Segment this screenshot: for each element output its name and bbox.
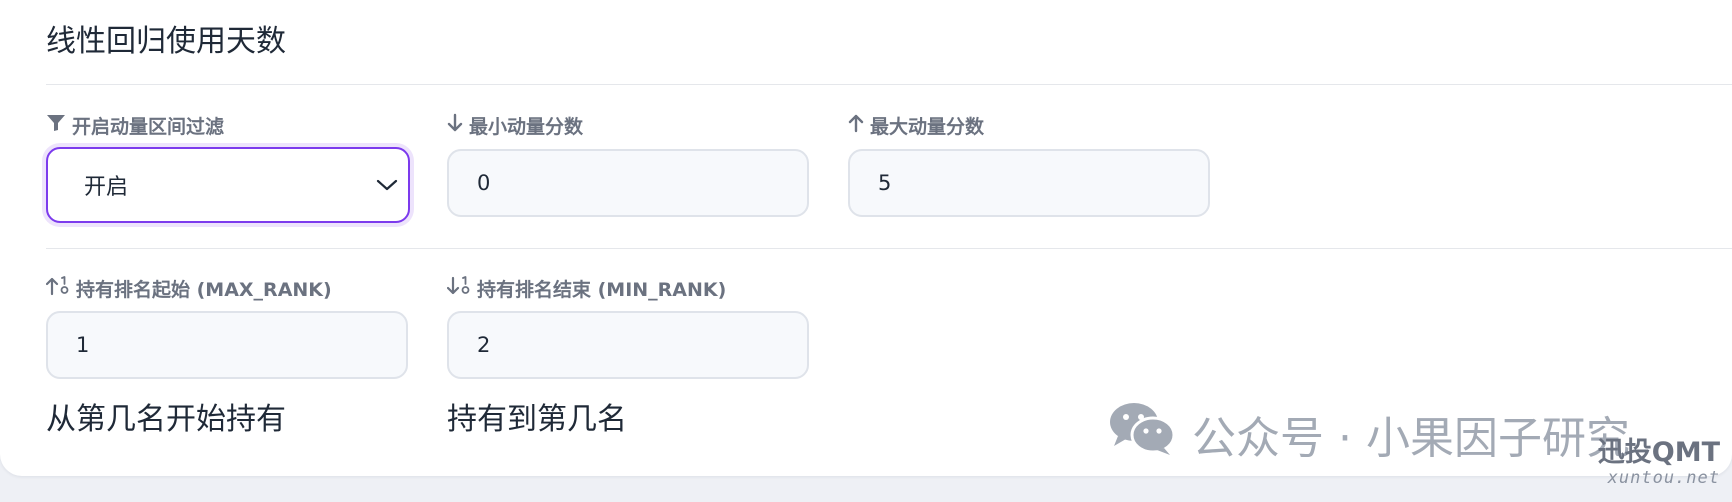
momentum-filter-select[interactable]: 开启 — [46, 147, 410, 223]
brand-title: 迅投QMT — [1597, 437, 1720, 468]
max-momentum-label-text: 最大动量分数 — [870, 116, 985, 138]
divider — [46, 84, 1732, 85]
min-momentum-value: 0 — [477, 171, 491, 195]
min-momentum-label: 最小动量分数 — [447, 112, 583, 139]
momentum-filter-selected-value: 开启 — [84, 175, 129, 200]
rank-end-input[interactable]: 2 — [447, 311, 809, 379]
brand-logo: 迅投QMT xuntou.net — [1597, 437, 1720, 489]
arrow-down-icon — [447, 113, 463, 138]
rank-end-label-text: 持有排名结束 (MIN_RANK) — [477, 279, 727, 301]
rank-start-input[interactable]: 1 — [46, 311, 408, 379]
min-momentum-input[interactable]: 0 — [447, 149, 809, 217]
brand-subtitle: xuntou.net — [1607, 468, 1720, 488]
page: 线性回归使用天数 开启动量区间过滤 最小动量分数 最大动量分数 开启 0 5 持… — [0, 0, 1732, 502]
arrow-up-icon — [848, 113, 864, 138]
sort-numeric-up-icon — [45, 276, 70, 301]
wechat-watermark: 公众号 · 小果因子研究 — [1108, 400, 1630, 467]
rank-end-label: 持有排名结束 (MIN_RANK) — [446, 275, 727, 302]
max-momentum-input[interactable]: 5 — [848, 149, 1210, 217]
rank-start-value: 1 — [76, 333, 90, 357]
divider — [46, 248, 1732, 249]
rank-end-value: 2 — [477, 333, 491, 357]
rank-start-helper: 从第几名开始持有 — [46, 402, 286, 437]
sort-numeric-down-icon — [446, 276, 471, 301]
min-momentum-label-text: 最小动量分数 — [469, 116, 584, 138]
max-momentum-value: 5 — [878, 171, 892, 195]
max-momentum-label: 最大动量分数 — [848, 112, 984, 139]
watermark-text: 公众号 · 小果因子研究 — [1192, 412, 1630, 464]
lookback-days-helper: 线性回归使用天数 — [46, 24, 286, 59]
rank-end-helper: 持有到第几名 — [447, 402, 627, 437]
chevron-down-icon — [376, 173, 398, 198]
filter-icon — [46, 114, 66, 137]
momentum-filter-label-text: 开启动量区间过滤 — [72, 116, 225, 138]
rank-start-label: 持有排名起始 (MAX_RANK) — [45, 275, 332, 302]
rank-start-label-text: 持有排名起始 (MAX_RANK) — [76, 279, 332, 301]
momentum-filter-label: 开启动量区间过滤 — [46, 112, 224, 139]
wechat-icon — [1108, 400, 1176, 467]
